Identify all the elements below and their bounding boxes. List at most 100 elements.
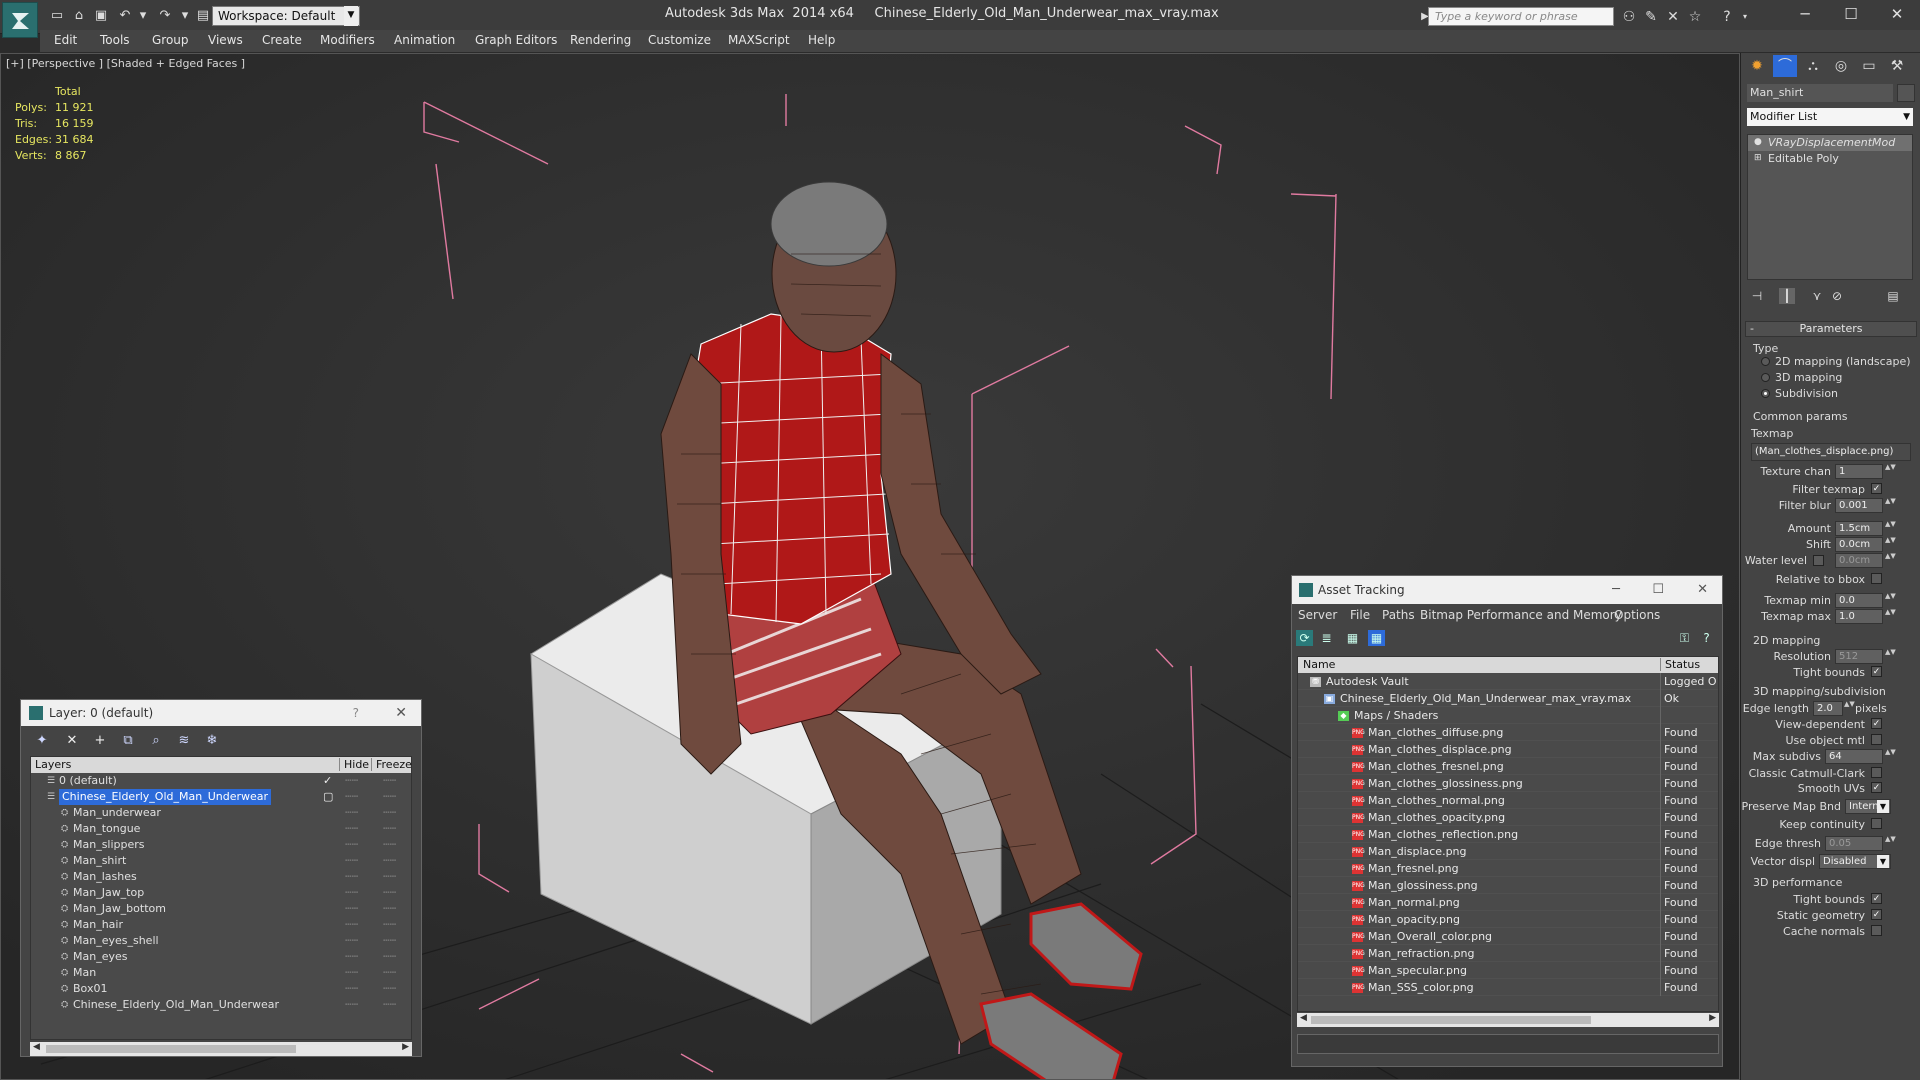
layer-row[interactable]: ⛭ Man_slippers ┄┄ ┄┄ (31, 837, 411, 853)
spinner-icon[interactable]: ▲▼ (1885, 521, 1896, 536)
set-current-layer-icon[interactable]: ▢ (323, 789, 333, 805)
asset-row[interactable]: PNG Man_clothes_normal.png Found (1298, 792, 1718, 809)
project-folder-icon[interactable]: ▤ (194, 7, 212, 25)
layer-row[interactable]: ☰ Chinese_Elderly_Old_Man_Underwear ▢ ┄┄ ┄┄ (31, 789, 411, 805)
relative-bbox-checkbox[interactable] (1871, 573, 1882, 584)
texmap-max-input[interactable]: 1.0 (1835, 609, 1883, 624)
asset-row[interactable]: PNG Man_clothes_fresnel.png Found (1298, 758, 1718, 775)
hide-toggle[interactable]: ┄┄ (345, 773, 358, 789)
freeze-all-icon[interactable]: ❄ (203, 733, 221, 749)
add-to-layer-icon[interactable]: + (91, 733, 109, 749)
close-dialog-button[interactable]: ✕ (395, 700, 407, 726)
maximize-dialog-button[interactable]: ☐ (1652, 576, 1664, 604)
freeze-toggle[interactable]: ┄┄ (383, 981, 396, 997)
menu-rendering[interactable]: Rendering (570, 33, 631, 47)
vector-displ-dropdown[interactable]: Disabled ▼ (1819, 854, 1891, 869)
hide-toggle[interactable]: ┄┄ (345, 933, 358, 949)
scrollbar-thumb[interactable] (46, 1045, 296, 1053)
asset-dialog-titlebar[interactable]: Asset Tracking ─ ☐ ✕ (1292, 576, 1722, 604)
help-button[interactable]: ? (353, 700, 359, 726)
menu-graph-editors[interactable]: Graph Editors (475, 33, 557, 47)
parameters-rollout[interactable]: - Parameters (1745, 321, 1917, 337)
radio-subdivision[interactable] (1761, 389, 1770, 398)
asset-menu-server[interactable]: Server (1298, 608, 1337, 622)
asset-row[interactable]: PNG Man_SSS_color.png Found (1298, 979, 1718, 996)
create-layer-icon[interactable]: ✦ (33, 733, 51, 749)
spinner-icon[interactable]: ▲▼ (1885, 464, 1896, 479)
view-dependent-checkbox[interactable]: ✓ (1871, 718, 1882, 729)
menu-modifiers[interactable]: Modifiers (320, 33, 375, 47)
spinner-icon[interactable]: ▲▼ (1885, 498, 1896, 513)
hide-toggle[interactable]: ┄┄ (345, 837, 358, 853)
help-dropdown-icon[interactable]: ▾ (1736, 8, 1754, 26)
perspective-viewport[interactable]: [+] [Perspective ] [Shaded + Edged Faces… (0, 53, 1740, 1080)
minimize-dialog-button[interactable]: ─ (1612, 576, 1620, 604)
spinner-icon[interactable]: ▲▼ (1885, 749, 1896, 764)
freeze-toggle[interactable]: ┄┄ (383, 933, 396, 949)
perf-tight-bounds-checkbox[interactable]: ✓ (1871, 893, 1882, 904)
asset-row[interactable]: PNG Man_refraction.png Found (1298, 945, 1718, 962)
hide-toggle[interactable]: ┄┄ (345, 885, 358, 901)
utilities-tab-icon[interactable]: ⚒ (1885, 55, 1909, 77)
asset-row[interactable]: PNG Man_clothes_glossiness.png Found (1298, 775, 1718, 792)
viewport-label[interactable]: [+] [Perspective ] [Shaded + Edged Faces… (6, 57, 245, 70)
spinner-icon[interactable]: ▲▼ (1885, 593, 1896, 608)
layer-row[interactable]: ⛭ Man_eyes ┄┄ ┄┄ (31, 949, 411, 965)
max-subdivs-input[interactable]: 64 (1825, 749, 1883, 764)
hide-toggle[interactable]: ┄┄ (345, 965, 358, 981)
remove-modifier-icon[interactable]: ⊘ (1829, 288, 1845, 304)
motion-tab-icon[interactable]: ◎ (1829, 55, 1853, 77)
radio-2d-mapping[interactable] (1761, 357, 1770, 366)
freeze-toggle[interactable]: ┄┄ (383, 773, 396, 789)
asset-row[interactable]: PNG Man_clothes_opacity.png Found (1298, 809, 1718, 826)
hide-toggle[interactable]: ┄┄ (345, 789, 358, 805)
layer-row[interactable]: ⛭ Man_Jaw_bottom ┄┄ ┄┄ (31, 901, 411, 917)
freeze-toggle[interactable]: ┄┄ (383, 837, 396, 853)
lightbulb-icon[interactable]: ● (1754, 138, 1763, 147)
make-unique-icon[interactable]: ⋎ (1809, 288, 1825, 304)
subscription-icon[interactable]: ✎ (1642, 8, 1660, 26)
vault-login-icon[interactable]: ⚿ (1676, 630, 1693, 646)
object-color-swatch[interactable] (1897, 84, 1915, 102)
layer-row[interactable]: ⛭ Man_hair ┄┄ ┄┄ (31, 917, 411, 933)
edge-thresh-input[interactable]: 0.05 (1825, 836, 1883, 851)
texture-chan-input[interactable]: 1 (1835, 464, 1883, 479)
spinner-icon[interactable]: ▲▼ (1885, 836, 1896, 851)
horizontal-scrollbar[interactable]: ◀ ▶ (1297, 1013, 1719, 1027)
col-hide[interactable]: Hide (339, 758, 369, 771)
create-tab-icon[interactable]: ✹ (1745, 55, 1769, 77)
asset-row[interactable]: ▣ Chinese_Elderly_Old_Man_Underwear_max_v… (1298, 690, 1718, 707)
scroll-right-icon[interactable]: ▶ (1709, 1013, 1716, 1023)
freeze-toggle[interactable]: ┄┄ (383, 789, 396, 805)
menu-animation[interactable]: Animation (394, 33, 455, 47)
app-logo-icon[interactable] (2, 2, 38, 38)
stack-item-vraydisplacement[interactable]: ● VRayDisplacementMod (1748, 135, 1912, 151)
cache-normals-checkbox[interactable] (1871, 925, 1882, 936)
menu-customize[interactable]: Customize (648, 33, 711, 47)
texmap-button[interactable]: (Man_clothes_displace.png) (1751, 443, 1911, 461)
layer-row[interactable]: ⛭ Man_tongue ┄┄ ┄┄ (31, 821, 411, 837)
menu-maxscript[interactable]: MAXScript (728, 33, 790, 47)
layer-row[interactable]: ⛭ Chinese_Elderly_Old_Man_Underwear ┄┄ ┄┄ (31, 997, 411, 1013)
modifier-list-dropdown[interactable]: Modifier List ▼ (1747, 108, 1913, 126)
close-window-button[interactable]: ✕ (1874, 2, 1920, 28)
amount-input[interactable]: 1.5cm (1835, 521, 1883, 536)
undo-icon[interactable]: ↶ (116, 7, 134, 25)
freeze-toggle[interactable]: ┄┄ (383, 901, 396, 917)
expand-plus-icon[interactable]: ⊞ (1754, 154, 1763, 163)
spinner-icon[interactable]: ▲▼ (1885, 553, 1896, 568)
hide-toggle[interactable]: ┄┄ (345, 805, 358, 821)
spinner-icon[interactable]: ▲▼ (1885, 537, 1896, 552)
use-object-mtl-checkbox[interactable] (1871, 734, 1882, 745)
freeze-toggle[interactable]: ┄┄ (383, 997, 396, 1013)
freeze-toggle[interactable]: ┄┄ (383, 869, 396, 885)
hide-toggle[interactable]: ┄┄ (345, 853, 358, 869)
spinner-icon[interactable]: ▲▼ (1885, 609, 1896, 624)
object-name-field[interactable]: Man_shirt (1747, 84, 1893, 102)
asset-menu-file[interactable]: File (1350, 608, 1370, 622)
layer-row[interactable]: ☰ 0 (default) ✓ ┄┄ ┄┄ (31, 773, 411, 789)
menu-help[interactable]: Help (808, 33, 835, 47)
spinner-icon[interactable]: ▲▼ (1844, 701, 1855, 716)
col-freeze[interactable]: Freeze (371, 758, 412, 771)
smooth-uvs-checkbox[interactable]: ✓ (1871, 782, 1882, 793)
